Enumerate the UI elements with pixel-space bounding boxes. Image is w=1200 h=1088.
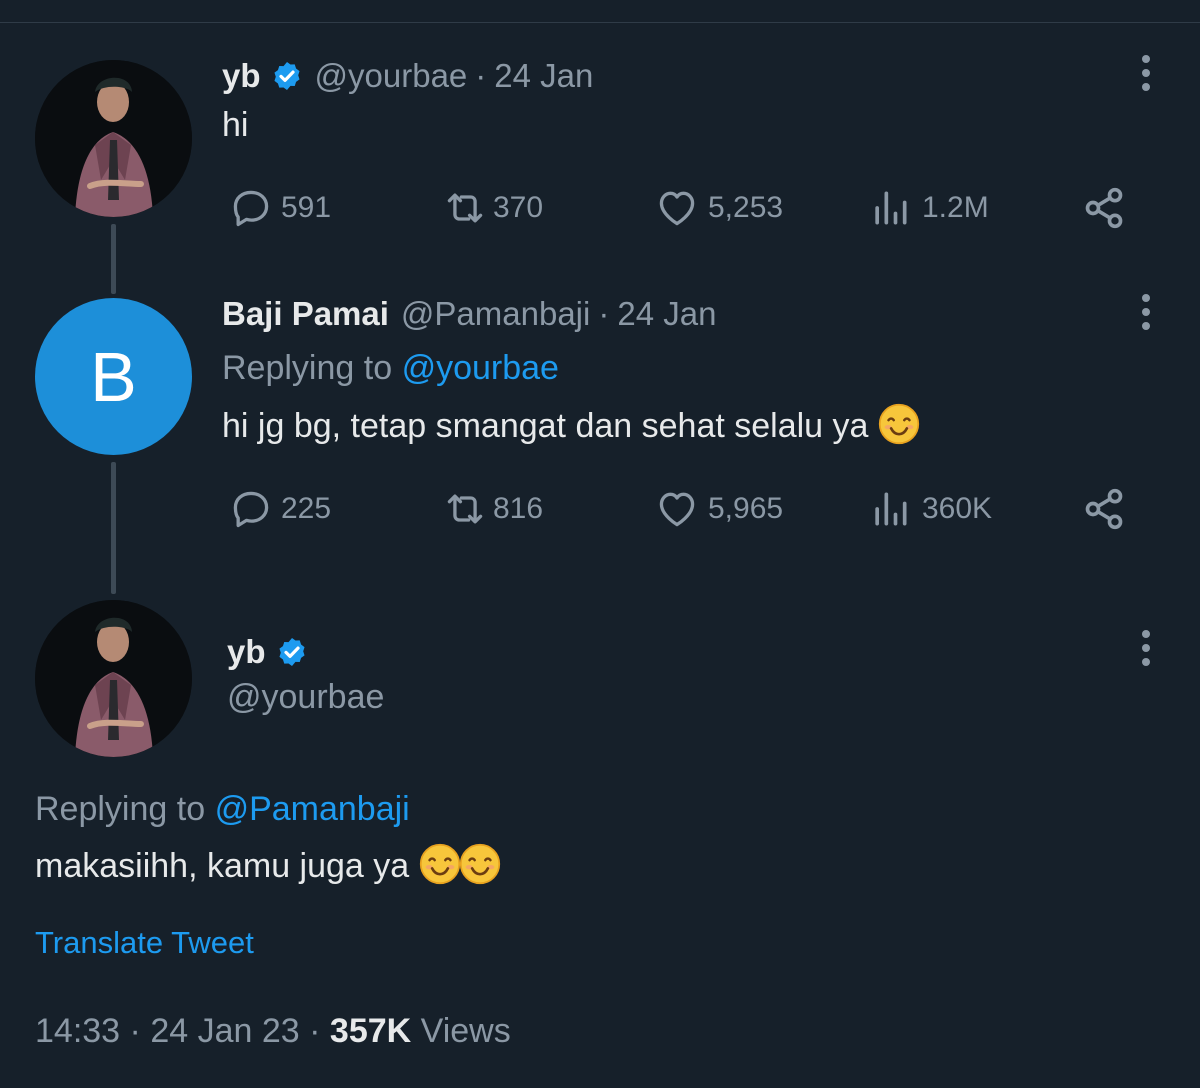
like-count: 5,253 (708, 191, 784, 224)
tweet-header: yb (227, 632, 308, 672)
tweet-date[interactable]: 24 Jan (494, 57, 593, 95)
tweet-text: hi jg bg, tetap smangat dan sehat selalu… (222, 403, 920, 446)
display-name[interactable]: Baji Pamai (222, 295, 389, 333)
reply-count: 225 (281, 492, 332, 525)
translate-tweet-link[interactable]: Translate Tweet (35, 925, 254, 961)
share-icon[interactable] (1082, 186, 1126, 230)
views-button[interactable]: 1.2M (866, 186, 989, 230)
reply-button[interactable]: 225 (229, 487, 331, 531)
verified-badge-icon (276, 636, 308, 668)
more-icon[interactable] (1140, 630, 1152, 672)
retweet-icon (441, 186, 489, 230)
handle[interactable]: @yourbae (315, 57, 468, 95)
reply-button[interactable]: 591 (229, 186, 331, 230)
smiling-face-emoji (419, 843, 461, 885)
views-label: Views (420, 1012, 511, 1050)
more-icon[interactable] (1140, 294, 1152, 336)
tweet-full-date[interactable]: 24 Jan 23 (150, 1012, 299, 1050)
like-count: 5,965 (708, 492, 784, 525)
thread-line (111, 224, 116, 294)
more-icon[interactable] (1140, 55, 1152, 97)
views-icon (866, 487, 914, 531)
replying-to: Replying to @yourbae (222, 349, 559, 388)
tweet-text-content: makasiihh, kamu juga ya (35, 847, 410, 885)
mention-link[interactable]: @Pamanbaji (215, 790, 410, 828)
reply-icon (229, 487, 273, 531)
retweet-button[interactable]: 816 (441, 487, 543, 531)
avatar-yourbae[interactable] (35, 600, 192, 757)
tweet-meta: 14:33 · 24 Jan 23 · 357K Views (35, 1012, 511, 1051)
views-total[interactable]: 357K (330, 1012, 411, 1050)
top-divider (0, 0, 1200, 23)
tweet-header: yb @yourbae · 24 Jan (222, 56, 593, 96)
action-bar: 591 370 5,253 1.2M (0, 186, 1200, 230)
tweet-text-content: hi jg bg, tetap smangat dan sehat selalu… (222, 407, 869, 445)
tweet-text: makasiihh, kamu juga ya (35, 843, 501, 886)
retweet-count: 816 (493, 492, 544, 525)
tweet-date[interactable]: 24 Jan (617, 295, 716, 333)
replying-to: Replying to @Pamanbaji (35, 790, 410, 829)
retweet-button[interactable]: 370 (441, 186, 543, 230)
views-count: 360K (922, 492, 993, 525)
share-icon[interactable] (1082, 487, 1126, 531)
avatar-pamanbaji[interactable]: B (35, 298, 192, 455)
tweet-text: hi (222, 106, 249, 144)
views-count: 1.2M (922, 191, 989, 224)
replying-to-label: Replying to (35, 790, 206, 828)
views-icon (866, 186, 914, 230)
views-button[interactable]: 360K (866, 487, 992, 531)
handle[interactable]: @yourbae (227, 678, 384, 717)
separator: · (475, 57, 487, 94)
handle[interactable]: @Pamanbaji (401, 295, 590, 333)
profile-photo (35, 600, 192, 757)
action-bar: 225 816 5,965 360K (0, 487, 1200, 531)
smiling-face-emoji (459, 843, 501, 885)
display-name[interactable]: yb (227, 633, 266, 671)
separator: · (129, 1012, 141, 1050)
like-button[interactable]: 5,965 (654, 487, 783, 531)
separator: · (309, 1012, 321, 1050)
reply-count: 591 (281, 191, 332, 224)
tweet-time[interactable]: 14:33 (35, 1012, 120, 1050)
smiling-face-emoji (878, 403, 920, 445)
verified-badge-icon (271, 60, 303, 92)
like-button[interactable]: 5,253 (654, 186, 783, 230)
display-name[interactable]: yb (222, 57, 261, 95)
avatar-letter: B (90, 337, 137, 416)
reply-icon (229, 186, 273, 230)
separator: · (598, 295, 610, 332)
tweet-header: Baji Pamai @Pamanbaji · 24 Jan (222, 294, 716, 334)
like-icon (654, 186, 700, 230)
like-icon (654, 487, 700, 531)
retweet-icon (441, 487, 489, 531)
mention-link[interactable]: @yourbae (402, 349, 559, 387)
replying-to-label: Replying to (222, 349, 393, 387)
retweet-count: 370 (493, 191, 544, 224)
